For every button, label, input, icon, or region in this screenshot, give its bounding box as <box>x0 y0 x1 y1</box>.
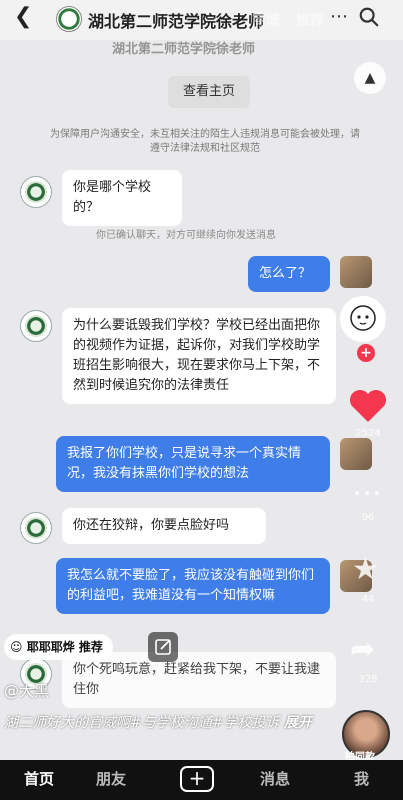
author-name[interactable]: @大黑 <box>4 680 49 701</box>
top-bar: ❮ 湖北第二师范学院徐老师 商城 推荐 ⋯ <box>0 0 403 40</box>
chat-bubble-received: 为什么要诋毁我们学校？学校已经出面把你的视频作为证据，起诉你，对我们学校助学班招… <box>62 308 336 404</box>
nav-home[interactable]: 首页 <box>24 768 54 789</box>
chat-bubble-sent: 怎么了？ <box>248 256 330 292</box>
comment-icon[interactable]: … <box>352 468 382 503</box>
more-icon[interactable]: ⋯ <box>330 6 348 27</box>
video-caption: 湖二师好大的官威啊#与学校沟通#学校投诉 展开 <box>4 710 334 736</box>
recommend-chip-label: 耶耶耶烨 推荐 <box>26 640 103 654</box>
nav-messages[interactable]: 消息 <box>260 768 290 789</box>
chat-title: 湖北第二师范学院徐老师 <box>88 12 265 31</box>
tab-recommend[interactable]: 推荐 <box>296 10 324 30</box>
sub-title-ghost: 湖北第二师范学院徐老师 <box>112 42 256 57</box>
view-home-button[interactable]: 查看主页 <box>168 76 250 108</box>
recommend-chip[interactable]: ☺ 耶耶耶烨 推荐 <box>4 634 113 660</box>
follow-plus-icon[interactable]: + <box>357 344 375 362</box>
comment-count: 96 <box>361 512 375 523</box>
search-icon[interactable] <box>358 6 380 28</box>
back-arrow-icon[interactable]: ❮ <box>14 4 32 29</box>
expand-link[interactable]: 展开 <box>284 715 312 731</box>
tab-mall[interactable]: 商城 <box>252 10 280 30</box>
my-avatar[interactable] <box>340 256 372 288</box>
share-count: 328 <box>358 674 378 685</box>
safety-notice: 为保障用户沟通安全，未互相关注的陌生人违规消息可能会被处理，请遵守法律法规和社区… <box>50 129 360 154</box>
contact-avatar[interactable] <box>20 176 52 208</box>
like-count: 2524 <box>355 428 381 439</box>
contact-avatar[interactable] <box>20 512 52 544</box>
emoji-face-icon: ☺ <box>10 640 23 654</box>
chat-bubble-received: 你还在狡辩，你要点脸好吗 <box>62 508 266 544</box>
nav-me[interactable]: 我 <box>354 768 369 789</box>
contact-avatar[interactable] <box>20 310 52 342</box>
chat-bubble-received: 你是哪个学校的？ <box>62 170 182 226</box>
collapse-chevron-icon[interactable]: ▲ <box>354 62 386 94</box>
edit-button[interactable] <box>148 632 178 662</box>
create-plus-button[interactable]: + <box>180 766 214 792</box>
cartoon-avatar-icon <box>342 298 384 340</box>
favorite-count: 44 <box>361 594 375 605</box>
nav-friends[interactable]: 朋友 <box>96 768 126 789</box>
creator-avatar[interactable] <box>340 296 386 342</box>
caption-text: 湖二师好大的官威啊#与学校沟通#学校投诉 <box>4 715 280 731</box>
bottom-nav: 首页 朋友 + 消息 我 <box>0 760 403 800</box>
edit-pencil-icon <box>155 639 171 655</box>
like-heart-icon[interactable] <box>348 388 388 424</box>
share-arrow-icon[interactable]: ➦ <box>350 632 375 667</box>
contact-avatar[interactable] <box>56 6 82 32</box>
my-avatar[interactable] <box>340 438 372 470</box>
chat-notice: 你已确认聊天，对方可继续向你发送消息 <box>96 230 276 241</box>
chat-bubble-received: 你个死鸣玩意，赶紧给我下架，不要让我逮住你 <box>62 652 336 708</box>
chat-bubble-sent: 我报了你们学校，只是说寻求一个真实情况，我没有抹黑你们学校的想法 <box>56 436 330 492</box>
favorite-star-icon[interactable]: ★ <box>352 552 379 587</box>
chat-bubble-sent: 我怎么就不要脸了，我应该没有触碰到你们的利益吧，我难道没有一个知情权嘛 <box>56 558 330 614</box>
